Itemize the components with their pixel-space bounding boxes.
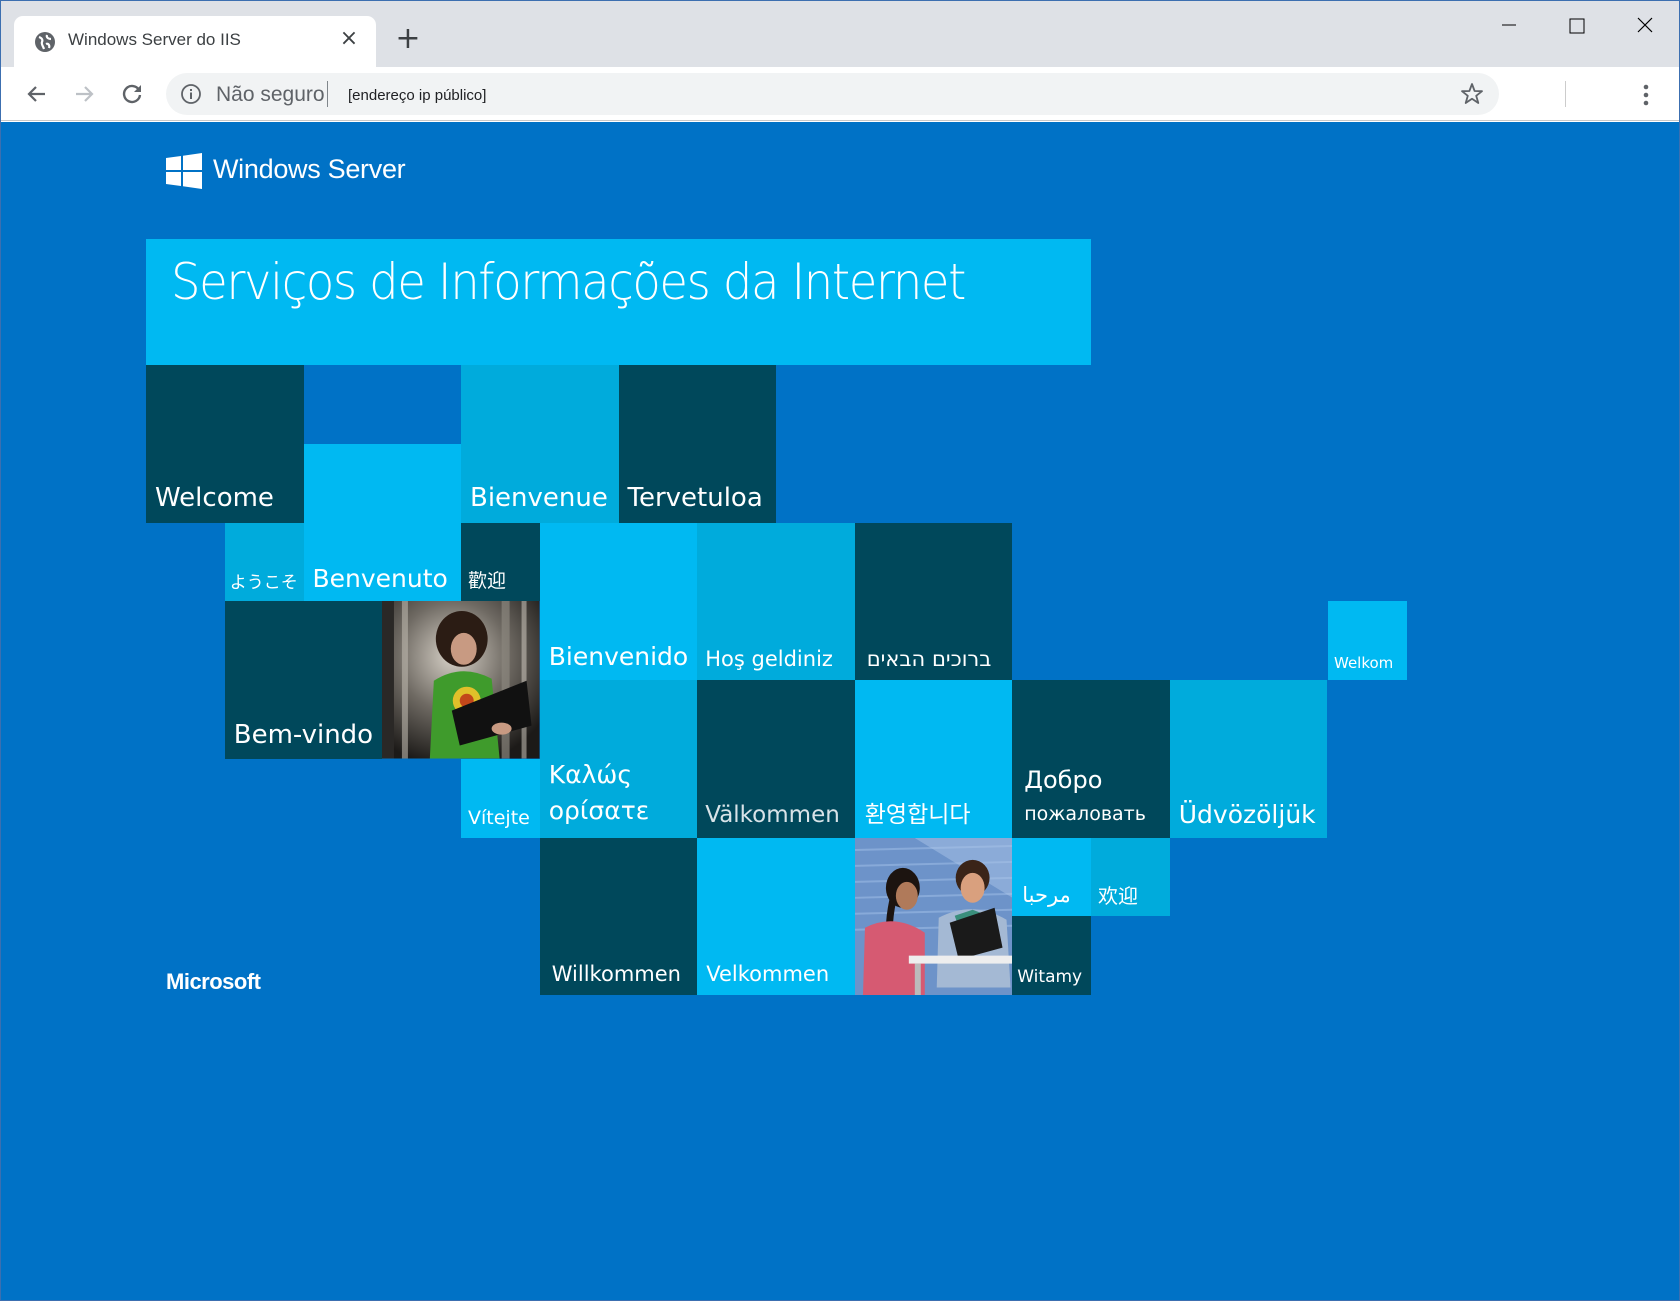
tile-greek: Καλώς ορίσατε [539,680,698,838]
tile-label: Velkommen [706,961,830,986]
tile-huanying-simplified: 欢迎 [1091,837,1170,917]
microsoft-logo: Microsoft [166,969,261,994]
tile-label: 환영합니다 [864,801,971,828]
tile-witamy: Witamy [1012,916,1091,995]
new-tab-button[interactable]: + [393,24,423,55]
security-status[interactable]: Não seguro [216,83,325,107]
tile-welkom: Welkom [1328,601,1407,680]
photo-two-people-image [854,837,1013,995]
tile-willkommen: Willkommen [539,837,698,995]
tile-tervetuloa: Tervetuloa [618,365,776,523]
tile-youkoso: ようこそ [224,522,304,602]
windows-server-brand: Windows Server [213,154,406,184]
tile-velkommen: Velkommen [697,837,855,995]
star-icon[interactable] [1459,81,1485,107]
tile-label: Willkommen [551,961,681,986]
tile-label: Benvenuto [312,563,448,593]
tile-label: Välkommen [705,801,840,828]
tab-active[interactable]: Windows Server do IIS × [14,16,376,68]
info-icon[interactable] [180,83,202,105]
tile-label: مرحبا [1022,883,1071,908]
tab-strip: Windows Server do IIS × + [1,1,1679,68]
maximize-icon[interactable] [1551,11,1601,41]
security-divider [327,81,328,107]
iis-welcome-page: Windows Server Serviços de Informações d… [1,122,1679,1300]
tile-bem-vindo: Bem-vindo [224,601,383,759]
tile-hos-geldiniz: Hoş geldiniz [697,522,855,680]
tile-label: Bienvenue [470,483,608,514]
back-arrow-icon[interactable] [21,78,53,110]
tile-label: Добро пожаловать [1024,762,1146,830]
tile-hebrew: ברוכים הבאים [854,522,1013,680]
tile-label: Vítejte [468,806,530,829]
tile-label: 欢迎 [1098,884,1138,909]
tile-vitejte: Vítejte [461,758,540,838]
photo-woman-laptop-image [382,601,540,759]
reload-icon[interactable] [116,78,148,110]
tile-label: Bienvenido [548,642,689,671]
tile-label: Üdvözöljük [1178,799,1316,829]
minimize-icon[interactable] [1484,11,1534,41]
tile-welcome: Welcome [146,365,304,523]
tile-russian: Добро пожаловать [1012,680,1170,838]
close-icon[interactable] [1620,11,1670,41]
tab-title: Windows Server do IIS [68,30,241,49]
tile-valkommen: Välkommen [697,680,855,838]
tile-label: Welkom [1334,653,1394,672]
tile-korean: 환영합니다 [854,680,1013,838]
browser-window: Windows Server do IIS × + Não seguro [en… [0,0,1680,1301]
tile-bienvenido: Bienvenido [539,522,698,680]
tile-label: ברוכים הבאים [866,646,992,671]
windows-logo-icon [166,153,202,189]
tile-udvozoljuk: Üdvözöljük [1169,680,1328,838]
title-banner: Serviços de Informações da Internet [146,239,1091,365]
address-bar[interactable]: Não seguro [endereço ip público] [166,73,1499,115]
tile-arabic: مرحبا [1012,837,1091,917]
tile-label-line1: Добро [1024,766,1103,794]
photo-woman-laptop [382,601,540,759]
kebab-menu-icon[interactable] [1631,80,1661,110]
tile-label: Hoş geldiniz [705,646,833,671]
tile-label: ようこそ [229,572,298,593]
tile-huanying-traditional: 歡迎 [461,522,540,602]
url-text[interactable]: [endereço ip público] [348,87,486,104]
forward-arrow-icon[interactable] [68,78,100,110]
globe-icon [35,32,55,52]
tile-bienvenue: Bienvenue [461,365,619,523]
tile-label: Welcome [155,483,274,514]
tile-label-line1: Καλώς [548,760,633,789]
tile-label: Bem-vindo [233,719,374,750]
photo-two-people [854,837,1013,995]
tile-label-line2: ορίσατε [548,796,650,826]
tile-label-line2: пожаловать [1024,803,1146,825]
tile-label: Καλώς ορίσατε [549,757,650,830]
tile-label: Witamy [1017,966,1083,987]
tile-label: 歡迎 [468,570,507,593]
toolbar-divider [1565,81,1566,107]
tile-benvenuto: Benvenuto [303,444,461,602]
page-title: Serviços de Informações da Internet [171,253,966,311]
tile-label: Tervetuloa [627,483,763,514]
browser-toolbar: Não seguro [endereço ip público] [1,67,1679,121]
tab-close-button[interactable]: × [336,26,362,52]
